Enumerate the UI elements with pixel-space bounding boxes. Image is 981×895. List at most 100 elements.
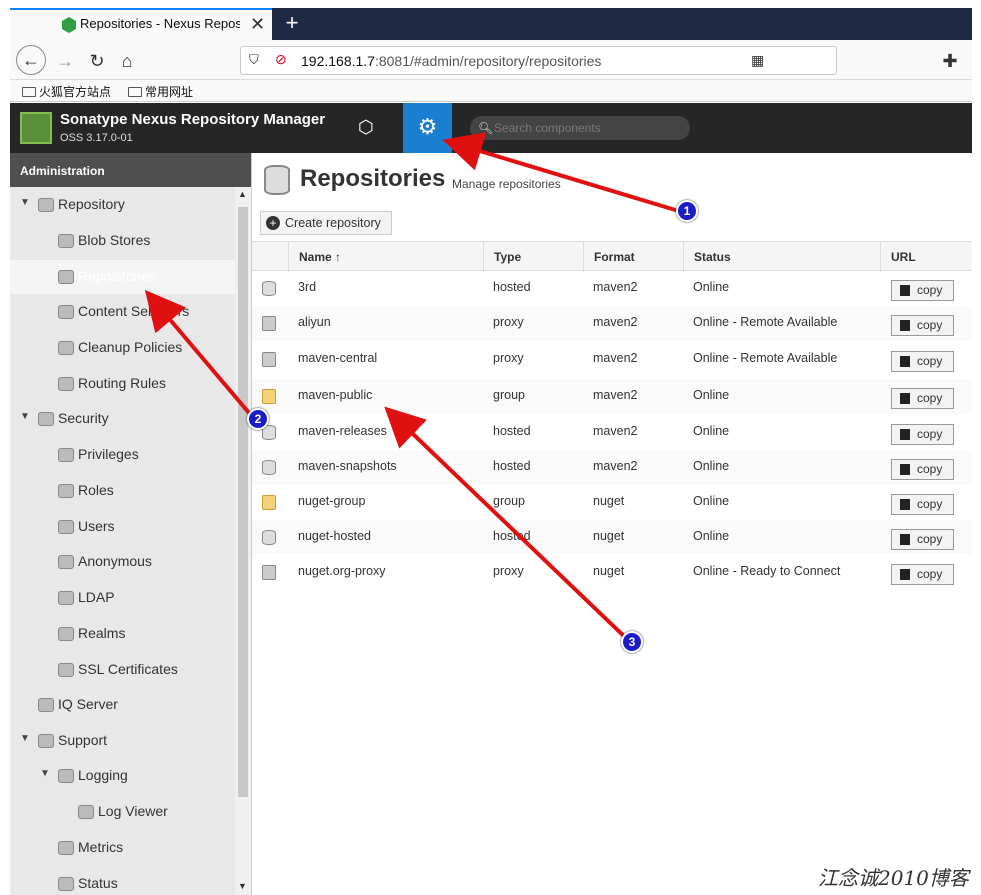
table-row[interactable]: nuget.org-proxy proxy nuget Online - Ready … bbox=[252, 555, 972, 590]
back-button[interactable]: ← bbox=[16, 45, 46, 75]
sidebar-item-users[interactable]: Users bbox=[10, 510, 236, 544]
table-row[interactable]: maven-snapshots hosted maven2 Online copy bbox=[252, 450, 972, 485]
sidebar-item-label: Users bbox=[78, 518, 115, 534]
sidebar-item-routing-rules[interactable]: Routing Rules bbox=[10, 367, 236, 401]
browser-tab[interactable]: Repositories - Nexus Reposit ✕ bbox=[10, 8, 272, 40]
table-row[interactable]: nuget-group group nuget Online copy bbox=[252, 485, 972, 520]
copy-url-button[interactable]: copy bbox=[891, 280, 954, 301]
url-bar[interactable]: ⛉ ⊘ 192.168.1.7:8081/#admin/repository/r… bbox=[240, 46, 837, 75]
bookmark-item[interactable]: 火狐官方站点 bbox=[22, 83, 111, 100]
sidebar-item-privileges[interactable]: Privileges bbox=[10, 438, 236, 472]
sidebar-scrollbar[interactable]: ▲ ▼ bbox=[235, 187, 251, 895]
column-header-url[interactable]: URL bbox=[880, 242, 972, 272]
copy-label: copy bbox=[917, 497, 943, 511]
bookmark-item[interactable]: 常用网址 bbox=[128, 83, 193, 100]
sidebar-item-label: Privileges bbox=[78, 446, 139, 462]
extensions-puzzle-icon[interactable]: ✚ bbox=[937, 48, 963, 74]
sidebar-item-blob-stores[interactable]: Blob Stores bbox=[10, 224, 236, 258]
expand-twisty-icon[interactable]: ▼ bbox=[40, 768, 50, 779]
app-name: Sonatype Nexus Repository Manager bbox=[60, 111, 326, 128]
new-tab-button[interactable]: + bbox=[282, 8, 302, 38]
copy-url-button[interactable]: copy bbox=[891, 315, 954, 336]
column-header-type[interactable]: Type bbox=[483, 242, 583, 272]
expand-twisty-icon[interactable]: ▼ bbox=[20, 411, 30, 422]
sidebar-item-label: Realms bbox=[78, 625, 126, 641]
reload-button[interactable]: ↻ bbox=[84, 48, 110, 74]
sidebar-item-anonymous[interactable]: Anonymous bbox=[10, 545, 236, 579]
insecure-lock-icon[interactable]: ⊘ bbox=[275, 51, 287, 68]
table-row[interactable]: maven-central proxy maven2 Online - Remote … bbox=[252, 342, 972, 377]
scroll-up-icon[interactable]: ▲ bbox=[238, 189, 247, 199]
sidebar-item-repositories[interactable]: Repositories bbox=[10, 260, 236, 294]
table-header: Name ↑ Type Format Status URL bbox=[252, 241, 972, 272]
copy-url-button[interactable]: copy bbox=[891, 388, 954, 409]
sidebar-item-label: Roles bbox=[78, 482, 114, 498]
scrollbar-thumb[interactable] bbox=[238, 207, 248, 797]
copy-url-button[interactable]: copy bbox=[891, 351, 954, 372]
content-selector-icon bbox=[58, 305, 74, 319]
sidebar-item-ssl-certificates[interactable]: SSL Certificates bbox=[10, 653, 236, 687]
admin-gear-button[interactable]: ⚙ bbox=[403, 103, 452, 153]
sidebar-item-log-viewer[interactable]: Log Viewer bbox=[10, 795, 236, 829]
create-repository-button[interactable]: + Create repository bbox=[260, 211, 392, 235]
cell-name: maven-snapshots bbox=[298, 459, 397, 473]
annotation-badge-3: 3 bbox=[621, 631, 643, 653]
folder-icon bbox=[262, 389, 276, 404]
nexus-logo-icon bbox=[20, 112, 52, 144]
cell-name: aliyun bbox=[298, 315, 331, 329]
table-row[interactable]: maven-public group maven2 Online copy bbox=[252, 379, 972, 414]
sidebar-item-ldap[interactable]: LDAP bbox=[10, 581, 236, 615]
iq-server-icon bbox=[38, 698, 54, 712]
search-input[interactable]: 🔍︎ Search components bbox=[470, 116, 690, 140]
cell-status: Online bbox=[693, 388, 730, 402]
cell-name: nuget-group bbox=[298, 494, 366, 508]
column-header-format[interactable]: Format bbox=[583, 242, 683, 272]
column-header-name[interactable]: Name ↑ bbox=[288, 242, 483, 272]
expand-twisty-icon[interactable]: ▼ bbox=[20, 197, 30, 208]
forward-button[interactable]: → bbox=[52, 48, 78, 74]
sidebar-item-cleanup-policies[interactable]: Cleanup Policies bbox=[10, 331, 236, 365]
lifebuoy-icon bbox=[38, 734, 54, 748]
sidebar-item-label: SSL Certificates bbox=[78, 661, 178, 677]
close-tab-icon[interactable]: ✕ bbox=[250, 14, 265, 35]
qr-code-icon[interactable]: ▦ bbox=[751, 52, 764, 69]
folder-icon bbox=[22, 87, 36, 97]
cell-type: proxy bbox=[493, 315, 524, 329]
copy-icon bbox=[900, 356, 910, 367]
table-row[interactable]: 3rd hosted maven2 Online copy bbox=[252, 271, 972, 306]
sidebar-item-iq-server[interactable]: IQ Server bbox=[10, 688, 236, 722]
folder-icon bbox=[128, 87, 142, 97]
sidebar-item-roles[interactable]: Roles bbox=[10, 474, 236, 508]
database-icon bbox=[262, 460, 276, 475]
cell-name: 3rd bbox=[298, 280, 317, 294]
app-header: Sonatype Nexus Repository Manager OSS 3.… bbox=[10, 103, 972, 153]
table-row[interactable]: nuget-hosted hosted nuget Online copy bbox=[252, 520, 972, 555]
home-button[interactable]: ⌂ bbox=[114, 48, 140, 74]
cell-name: maven-public bbox=[298, 388, 373, 402]
sidebar-item-security[interactable]: ▼ Security bbox=[10, 402, 236, 436]
cell-format: maven2 bbox=[593, 424, 638, 438]
sidebar-item-realms[interactable]: Realms bbox=[10, 617, 236, 651]
table-row[interactable]: aliyun proxy maven2 Online - Remote Availab… bbox=[252, 306, 972, 341]
sidebar-item-support[interactable]: ▼ Support bbox=[10, 724, 236, 758]
table-row[interactable]: maven-releases hosted maven2 Online copy bbox=[252, 415, 972, 450]
browse-cube-icon[interactable]: ⬡ bbox=[358, 117, 374, 138]
shield-icon[interactable]: ⛉ bbox=[249, 52, 259, 68]
sidebar-item-status[interactable]: Status bbox=[10, 867, 236, 895]
sidebar-item-metrics[interactable]: Metrics bbox=[10, 831, 236, 865]
column-header-status[interactable]: Status bbox=[683, 242, 880, 272]
sidebar-item-repository[interactable]: ▼ Repository bbox=[10, 188, 236, 222]
sidebar-item-content-selectors[interactable]: Content Selectors bbox=[10, 295, 236, 329]
logging-icon bbox=[58, 769, 74, 783]
copy-url-button[interactable]: copy bbox=[891, 564, 954, 585]
sidebar-item-logging[interactable]: ▼ Logging bbox=[10, 759, 236, 793]
copy-url-button[interactable]: copy bbox=[891, 494, 954, 515]
copy-label: copy bbox=[917, 354, 943, 368]
scroll-down-icon[interactable]: ▼ bbox=[238, 881, 247, 891]
copy-url-button[interactable]: copy bbox=[891, 459, 954, 480]
cell-format: nuget bbox=[593, 529, 625, 543]
blob-store-icon bbox=[58, 234, 74, 248]
copy-url-button[interactable]: copy bbox=[891, 424, 954, 445]
copy-url-button[interactable]: copy bbox=[891, 529, 954, 550]
expand-twisty-icon[interactable]: ▼ bbox=[20, 733, 30, 744]
